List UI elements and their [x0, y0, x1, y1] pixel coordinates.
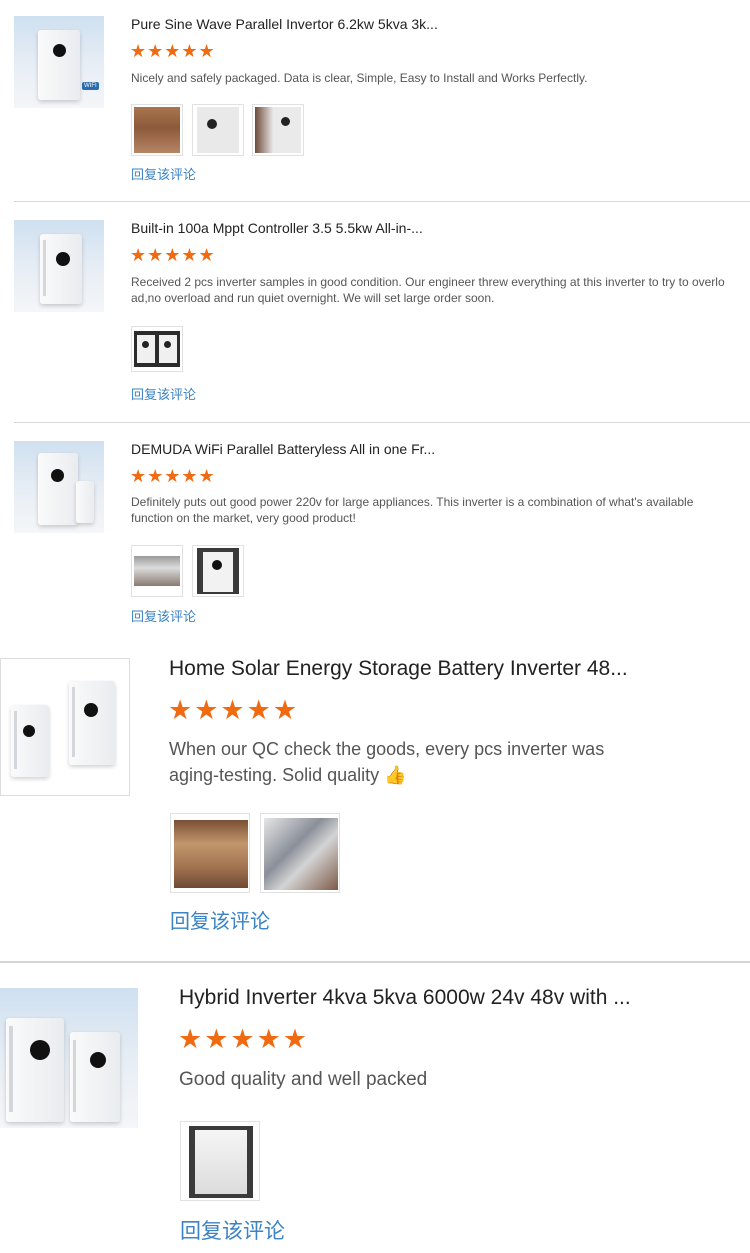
reply-to-review-link[interactable]: 回复该评论 — [131, 384, 196, 403]
review-photo[interactable] — [131, 545, 183, 597]
star-rating: ★★★★★ — [130, 466, 216, 486]
review-item: Built-in 100a Mppt Controller 3.5 5.5kw … — [0, 202, 750, 422]
star-rating: ★★★★★ — [130, 41, 216, 61]
review-item: WIFI Pure Sine Wave Parallel Invertor 6.… — [0, 0, 750, 200]
inverter-image — [40, 234, 82, 304]
product-title[interactable]: Built-in 100a Mppt Controller 3.5 5.5kw … — [131, 220, 451, 236]
review-text: Definitely puts out good power 220v for … — [131, 495, 694, 525]
product-thumbnail[interactable] — [0, 988, 138, 1128]
review-photo[interactable] — [170, 813, 250, 893]
review-photo[interactable] — [180, 1121, 260, 1201]
star-rating: ★★★★★ — [178, 1024, 310, 1054]
reply-to-review-link[interactable]: 回复该评论 — [131, 164, 196, 183]
wifi-badge: WIFI — [82, 82, 99, 90]
star-rating: ★★★★★ — [130, 245, 216, 265]
thumbs-up-icon: 👍 — [384, 765, 407, 785]
product-title[interactable]: Pure Sine Wave Parallel Invertor 6.2kw 5… — [131, 16, 461, 32]
review-photo[interactable] — [131, 104, 183, 156]
divider — [0, 961, 750, 963]
product-thumbnail[interactable]: WIFI — [14, 16, 104, 108]
review-text: When our QC check the goods, every pcs i… — [169, 736, 609, 788]
review-text: Nicely and safely packaged. Data is clea… — [131, 71, 588, 85]
review-item: Hybrid Inverter 4kva 5kva 6000w 24v 48v … — [0, 964, 750, 1253]
review-photo[interactable] — [131, 326, 183, 372]
product-title[interactable]: Hybrid Inverter 4kva 5kva 6000w 24v 48v … — [179, 986, 669, 1010]
review-text: Received 2 pcs inverter samples in good … — [131, 275, 725, 305]
review-text: Good quality and well packed — [179, 1069, 428, 1090]
review-photo[interactable] — [192, 545, 244, 597]
review-item: Home Solar Energy Storage Battery Invert… — [0, 640, 750, 960]
product-title[interactable]: Home Solar Energy Storage Battery Invert… — [169, 657, 649, 681]
inverter-image — [11, 705, 49, 777]
product-thumbnail[interactable] — [14, 220, 104, 312]
reply-to-review-link[interactable]: 回复该评论 — [180, 1215, 285, 1245]
review-photo[interactable] — [252, 104, 304, 156]
inverter-image — [6, 1018, 64, 1122]
star-rating: ★★★★★ — [168, 695, 300, 725]
reply-to-review-link[interactable]: 回复该评论 — [131, 606, 196, 625]
product-thumbnail[interactable] — [0, 658, 130, 796]
review-photo[interactable] — [192, 104, 244, 156]
inverter-image — [38, 453, 78, 525]
review-photo[interactable] — [260, 813, 340, 893]
product-title[interactable]: DEMUDA WiFi Parallel Batteryless All in … — [131, 441, 451, 457]
inverter-image — [38, 30, 80, 100]
product-thumbnail[interactable] — [14, 441, 104, 533]
reply-to-review-link[interactable]: 回复该评论 — [170, 905, 270, 934]
review-item: DEMUDA WiFi Parallel Batteryless All in … — [0, 423, 750, 633]
